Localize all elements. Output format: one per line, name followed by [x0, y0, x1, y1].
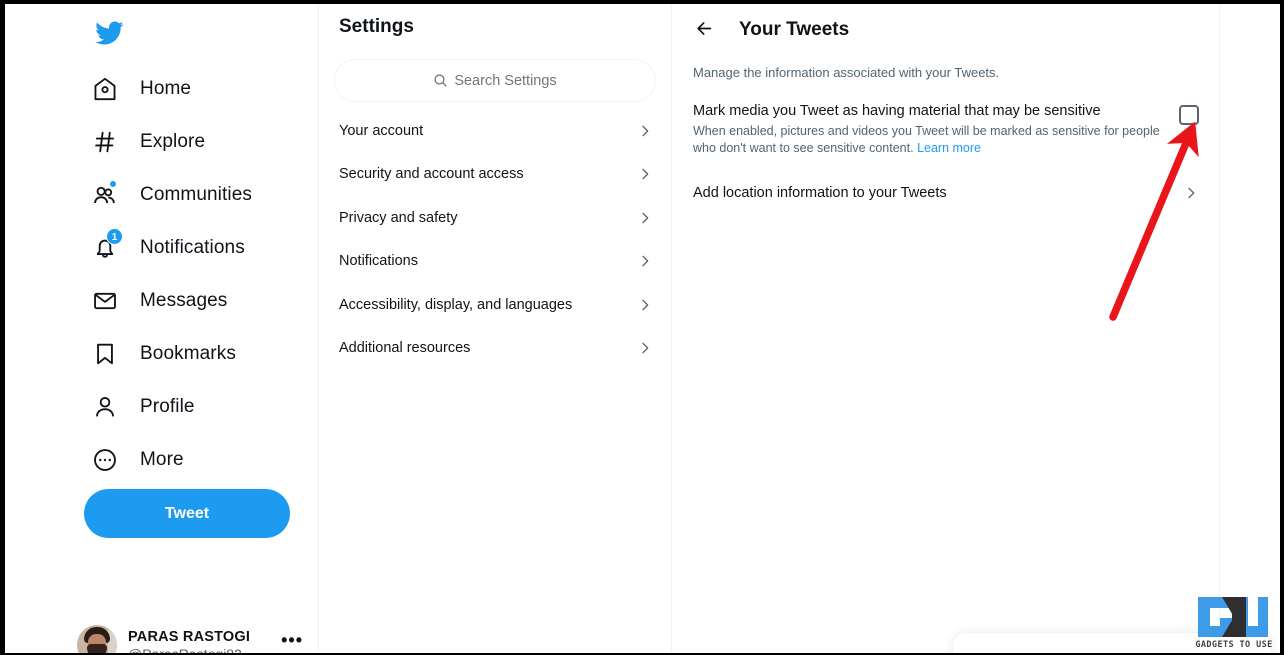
sidebar-item-bookmarks[interactable]: Bookmarks: [5, 327, 318, 380]
home-icon: [91, 75, 118, 102]
settings-item-additional-resources[interactable]: Additional resources: [319, 327, 673, 371]
twitter-bird-icon[interactable]: [93, 18, 125, 48]
right-column-divider: [1219, 4, 1220, 653]
sensitive-media-description: When enabled, pictures and videos you Tw…: [693, 123, 1163, 157]
account-handle: @ParasRastogi82: [128, 646, 250, 654]
chevron-right-icon: [637, 340, 653, 356]
chevron-right-icon: [637, 297, 653, 313]
sidebar-item-messages[interactable]: Messages: [5, 274, 318, 327]
sidebar-item-label: Messages: [140, 289, 228, 311]
sensitive-media-checkbox[interactable]: [1179, 105, 1199, 125]
communities-badge-dot: [109, 180, 117, 188]
hashtag-icon: [91, 128, 118, 155]
sidebar-item-home[interactable]: Home: [5, 62, 318, 115]
chevron-right-icon: [637, 166, 653, 182]
sidebar-item-profile[interactable]: Profile: [5, 380, 318, 433]
sidebar-item-label: Explore: [140, 130, 206, 152]
sidebar-item-communities[interactable]: Communities: [5, 168, 318, 221]
add-location-row[interactable]: Add location information to your Tweets: [673, 180, 1219, 206]
search-icon: [433, 73, 448, 88]
sidebar-item-label: Bookmarks: [140, 342, 236, 364]
account-switcher[interactable]: PARAS RASTOGI @ParasRastogi82 •••: [77, 622, 305, 653]
sidebar-item-label: Home: [140, 77, 192, 99]
sidebar-item-label: More: [140, 448, 184, 470]
account-name: PARAS RASTOGI: [128, 628, 251, 645]
communities-icon: [91, 180, 118, 208]
panel-title: Your Tweets: [739, 19, 850, 40]
sidebar-item-label: Notifications: [140, 236, 245, 258]
sidebar-item-notifications[interactable]: 1 Notifications: [5, 221, 318, 274]
chevron-right-icon: [1183, 185, 1199, 201]
avatar: [77, 625, 117, 653]
settings-item-label: Additional resources: [339, 340, 471, 357]
add-location-label: Add location information to your Tweets: [693, 185, 947, 201]
notifications-badge-count: 1: [106, 228, 123, 245]
bookmark-icon: [91, 340, 118, 367]
panel-description: Manage the information associated with y…: [693, 65, 1000, 80]
settings-item-label: Notifications: [339, 253, 418, 270]
messages-drawer[interactable]: [952, 632, 1272, 653]
sensitive-media-text: Mark media you Tweet as having material …: [693, 102, 1179, 157]
more-circle-icon: [91, 446, 118, 473]
your-tweets-panel: Your Tweets Manage the information assoc…: [673, 4, 1219, 653]
envelope-icon: [91, 287, 118, 314]
settings-item-label: Accessibility, display, and languages: [339, 296, 573, 313]
sensitive-media-row[interactable]: Mark media you Tweet as having material …: [673, 102, 1219, 157]
settings-column: Settings Search Settings Your account Se…: [318, 4, 672, 653]
sensitive-media-title: Mark media you Tweet as having material …: [693, 103, 1101, 119]
person-icon: [91, 393, 118, 420]
chevron-right-icon: [637, 253, 653, 269]
learn-more-link[interactable]: Learn more: [917, 141, 981, 155]
settings-item-notifications[interactable]: Notifications: [319, 240, 673, 284]
settings-list: Your account Security and account access…: [319, 109, 673, 370]
nav-item-list: Home Explore Communities 1 Notifications…: [5, 62, 318, 486]
chevron-right-icon: [637, 123, 653, 139]
screenshot-root: Home Explore Communities 1 Notifications…: [0, 0, 1284, 655]
primary-navigation-sidebar: Home Explore Communities 1 Notifications…: [5, 4, 318, 653]
panel-header: Your Tweets: [673, 4, 1219, 56]
bell-icon: 1: [91, 228, 123, 261]
settings-item-privacy-and-safety[interactable]: Privacy and safety: [319, 196, 673, 240]
search-settings-input[interactable]: Search Settings: [334, 59, 656, 102]
settings-item-accessibility-display-and-languages[interactable]: Accessibility, display, and languages: [319, 283, 673, 327]
settings-item-label: Privacy and safety: [339, 209, 458, 226]
account-text: PARAS RASTOGI @ParasRastogi82: [128, 629, 250, 654]
sidebar-item-more[interactable]: More: [5, 433, 318, 486]
settings-item-label: Security and account access: [339, 166, 524, 183]
settings-item-security-and-account-access[interactable]: Security and account access: [319, 153, 673, 197]
arrow-left-icon: [695, 19, 714, 41]
settings-item-your-account[interactable]: Your account: [319, 109, 673, 153]
settings-item-label: Your account: [339, 122, 424, 139]
sidebar-item-label: Profile: [140, 395, 195, 417]
twitter-settings-page: Home Explore Communities 1 Notifications…: [5, 4, 1280, 653]
sidebar-item-label: Communities: [140, 183, 252, 205]
account-more-icon[interactable]: •••: [281, 630, 303, 651]
tweet-button[interactable]: Tweet: [84, 489, 290, 538]
chevron-right-icon: [637, 210, 653, 226]
page-title: Settings: [339, 16, 414, 37]
sidebar-item-explore[interactable]: Explore: [5, 115, 318, 168]
search-placeholder: Search Settings: [454, 72, 557, 89]
back-button[interactable]: [688, 14, 720, 46]
